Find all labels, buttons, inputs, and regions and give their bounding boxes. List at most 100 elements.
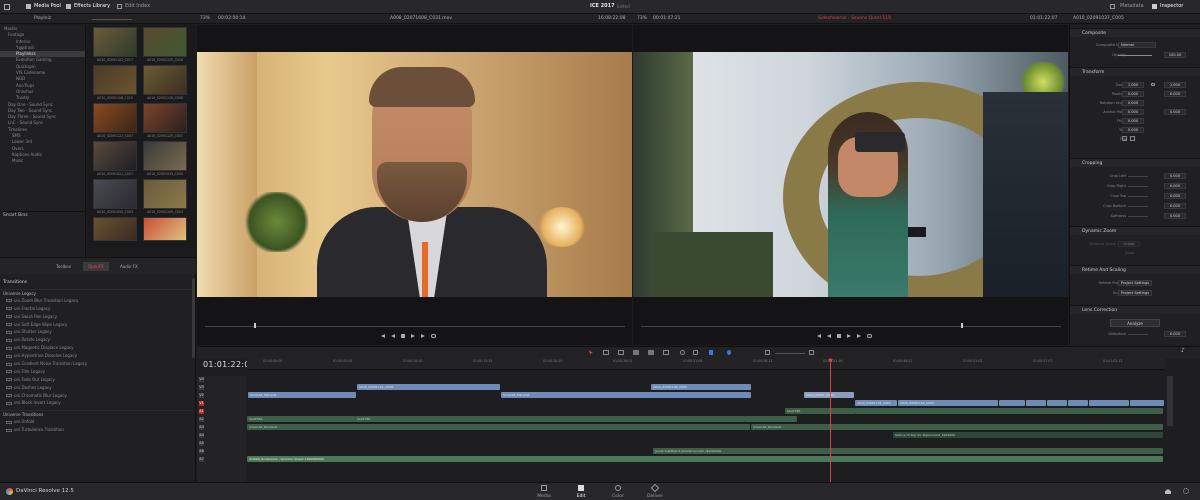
effect-item[interactable]: uni.Gradient Noise Transition Legacy (0, 360, 192, 368)
timeline-name[interactable]: Sideshowrial - Sevens Qutel 119 (818, 16, 891, 21)
page-media[interactable]: Media (529, 494, 559, 499)
distortion-value[interactable]: 0.000 (1164, 331, 1186, 337)
audio-clip[interactable]: SLOTTER (355, 416, 745, 422)
position-y-value[interactable]: 0.000 (1164, 91, 1186, 97)
zoom-y-value[interactable]: 1.000 (1164, 82, 1186, 88)
snapping-icon[interactable] (680, 350, 685, 355)
video-clip[interactable]: A010_02091_C003 (804, 392, 854, 398)
overwrite-clip-icon[interactable] (648, 350, 654, 355)
thumbnail[interactable] (143, 27, 187, 57)
audio-clip[interactable]: SLOTTER (247, 416, 355, 422)
flip-horizontal-icon[interactable] (1122, 136, 1127, 141)
effect-item[interactable]: uni.Block Invert Legacy (0, 399, 192, 407)
timeline-tracks[interactable]: A010_02091101_C058 A010_02091109_C005 So… (247, 358, 1165, 482)
track-label[interactable]: V4 (199, 377, 204, 382)
audio-clip[interactable]: SLOTTER (785, 408, 855, 414)
page-edit[interactable]: Edit (566, 494, 596, 499)
crop-top-value[interactable]: 0.000 (1164, 193, 1186, 199)
video-clip[interactable]: A010_02091101_C003 (898, 400, 998, 406)
effects-library-button[interactable]: Effects Library (74, 3, 110, 9)
video-clip[interactable] (999, 400, 1025, 406)
reverse-play-icon[interactable] (391, 334, 395, 338)
thumbnail[interactable] (93, 65, 137, 95)
crop-slider[interactable] (1128, 206, 1148, 207)
bin-name[interactable]: Playlniz (34, 16, 51, 21)
audio-clip[interactable]: Sebrup Hi Brg Vor Ruponment_1999999 (893, 432, 1163, 438)
edit-index-button[interactable]: Edit Index (125, 3, 150, 9)
thumbnail[interactable] (93, 141, 137, 171)
flag-icon[interactable] (709, 350, 713, 355)
metadata-button[interactable]: Metadata (1120, 3, 1144, 9)
thumbnail[interactable] (93, 27, 137, 57)
insert-clip-icon[interactable] (633, 350, 639, 355)
flip-vertical-icon[interactable] (1130, 136, 1135, 141)
source-playhead-marker[interactable] (254, 323, 256, 328)
dynamic-zoom-section-title[interactable]: Dynamic Zoom (1070, 226, 1200, 235)
page-color[interactable]: Color (603, 494, 633, 499)
effects-library-icon[interactable] (66, 4, 71, 9)
inspector-button[interactable]: Inspector (1160, 3, 1183, 9)
tab-openfx[interactable]: OpenFX (83, 262, 109, 271)
track-label[interactable]: A6 (199, 449, 204, 454)
settings-gear-icon[interactable] (1183, 488, 1189, 494)
track-label[interactable]: V2 (199, 393, 204, 398)
thumbnail[interactable] (143, 141, 187, 171)
effect-item[interactable]: uni.Fractal Legacy (0, 305, 192, 313)
effect-item[interactable]: uni.Magnetic Displace Legacy (0, 344, 192, 352)
distortion-slider[interactable] (1128, 334, 1148, 335)
zoom-x-value[interactable]: 1.000 (1122, 82, 1144, 88)
video-clip[interactable]: A010_02091101_C003 (855, 400, 897, 406)
fast-forward-icon[interactable] (421, 334, 425, 338)
inspector-icon[interactable] (1152, 4, 1157, 9)
blade-tool-icon[interactable] (618, 350, 624, 355)
thumb-size-slider[interactable] (92, 19, 132, 20)
thumbnail[interactable] (143, 179, 187, 209)
position-x-value[interactable]: 0.000 (1122, 91, 1144, 97)
replace-clip-icon[interactable] (663, 350, 669, 355)
composite-section-title[interactable]: Composite (1070, 28, 1200, 37)
effect-item[interactable]: uni.Swish Pan Legacy (0, 313, 192, 321)
audio-clip[interactable]: Jenuit-fnatbhand paradorrer.cam_djanbfst… (653, 448, 1163, 454)
audio-meter-icon[interactable]: ♪ (1181, 347, 1187, 354)
effects-scrollbar[interactable] (192, 278, 195, 358)
dynamic-zoom-ease-select[interactable]: Linear (1118, 241, 1140, 247)
opacity-slider[interactable] (1118, 55, 1152, 56)
composite-mode-select[interactable]: Normal (1118, 42, 1156, 48)
program-zoom[interactable]: 73% (637, 16, 647, 21)
track-label[interactable]: A4 (199, 433, 204, 438)
color-page-icon[interactable] (615, 485, 621, 491)
reverse-play-icon[interactable] (827, 334, 831, 338)
trim-tool-icon[interactable] (603, 350, 609, 355)
effect-item[interactable]: uni.Shutter Legacy (0, 328, 192, 336)
crop-bottom-value[interactable]: 0.000 (1164, 203, 1186, 209)
source-scrubber[interactable] (205, 326, 625, 327)
edit-page-icon[interactable] (578, 485, 584, 491)
video-clip[interactable]: Soma1R_Marvilat (501, 392, 751, 398)
tab-audio-fx[interactable]: Audio FX (120, 264, 138, 269)
bin-music[interactable]: Music (0, 158, 85, 164)
deliver-page-icon[interactable] (650, 483, 660, 493)
video-clip[interactable]: A010_02091109_C005 (651, 384, 751, 390)
stop-icon[interactable] (401, 334, 405, 338)
media-page-icon[interactable] (541, 485, 547, 491)
effect-item[interactable]: uni.Soft Edge Wipe Legacy (0, 321, 192, 329)
effect-item[interactable]: uni.Unfold (0, 418, 192, 426)
tab-toolbox[interactable]: Toolbox (56, 264, 71, 269)
rewind-icon[interactable] (817, 334, 821, 338)
crop-slider[interactable] (1128, 186, 1148, 187)
thumbnail[interactable] (143, 65, 187, 95)
source-viewer[interactable] (197, 25, 632, 345)
lens-correction-section-title[interactable]: Lens Correction (1070, 305, 1200, 314)
cropping-section-title[interactable]: Cropping (1070, 158, 1200, 167)
video-clip[interactable] (1068, 400, 1088, 406)
program-viewer[interactable] (633, 25, 1068, 345)
effect-item[interactable]: uni.Film Legacy (0, 368, 192, 376)
video-clip[interactable] (1047, 400, 1067, 406)
media-pool-button[interactable]: Media Pool (34, 3, 61, 9)
effect-item[interactable]: uni.Zoom Blur Transition Legacy (0, 297, 192, 305)
crop-slider[interactable] (1128, 196, 1148, 197)
pitch-value[interactable]: 0.000 (1122, 118, 1144, 124)
thumbnail[interactable] (93, 179, 137, 209)
yaw-value[interactable]: 0.000 (1122, 127, 1144, 133)
loop-icon[interactable] (867, 334, 872, 338)
